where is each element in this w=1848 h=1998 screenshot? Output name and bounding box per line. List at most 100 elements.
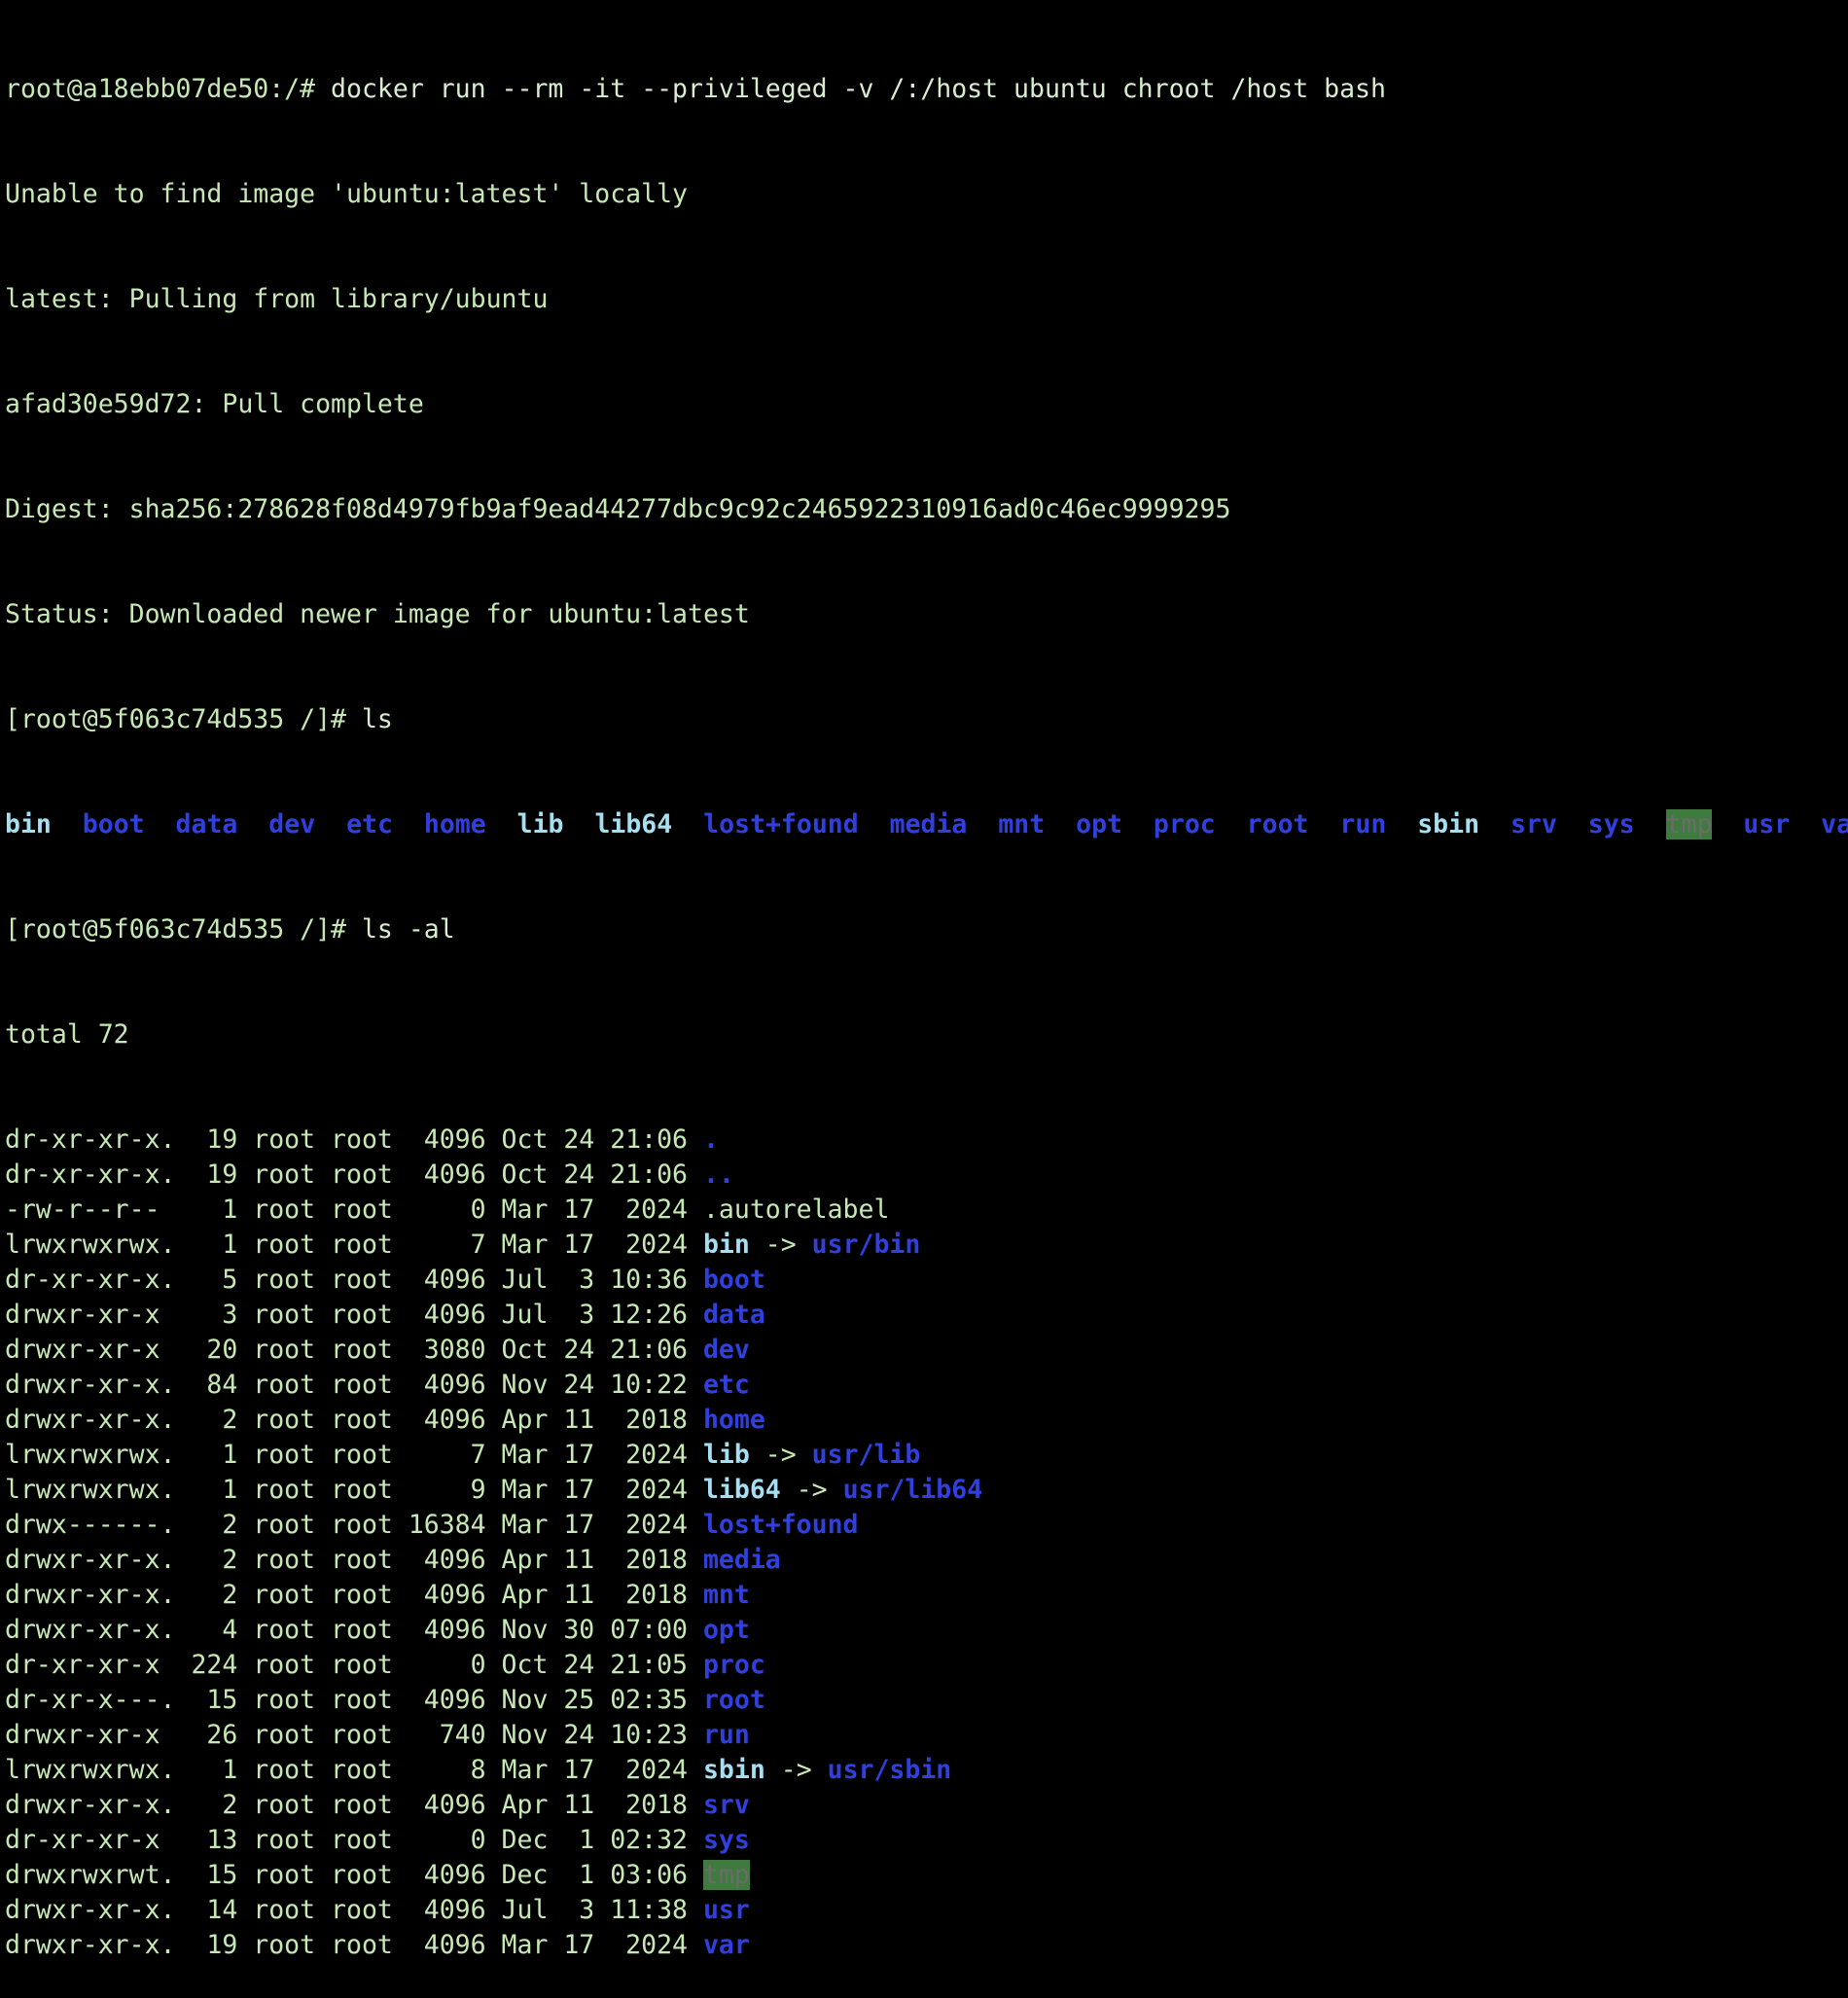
file-metadata: drwx------. 2 root root 16384 Mar 17 202… bbox=[5, 1510, 703, 1540]
file-entry-media: media bbox=[889, 809, 968, 839]
listing-row: drwxr-xr-x 20 root root 3080 Oct 24 21:0… bbox=[5, 1333, 1848, 1368]
file-entry-srv: srv bbox=[1510, 809, 1557, 839]
command-line-docker: root@a18ebb07de50:/# docker run --rm -it… bbox=[5, 72, 1848, 107]
file-entry-bin: bin bbox=[5, 809, 52, 839]
symlink-target: usr/bin bbox=[811, 1230, 921, 1260]
file-entry-opt: opt bbox=[1076, 809, 1122, 839]
listing-row: dr-xr-xr-x. 19 root root 4096 Oct 24 21:… bbox=[5, 1158, 1848, 1193]
column-gap bbox=[1635, 809, 1666, 839]
file-entry-lib64: lib64 bbox=[702, 1475, 781, 1505]
column-gap bbox=[145, 809, 176, 839]
listing-row: lrwxrwxrwx. 1 root root 7 Mar 17 2024 li… bbox=[5, 1438, 1848, 1473]
file-entry-proc: proc bbox=[1153, 809, 1216, 839]
file-entry-lost-found: lost+found bbox=[702, 1510, 859, 1540]
listing-row: drwxr-xr-x. 84 root root 4096 Nov 24 10:… bbox=[5, 1368, 1848, 1403]
listing-row: drwxr-xr-x. 14 root root 4096 Jul 3 11:3… bbox=[5, 1893, 1848, 1928]
file-entry-lib: lib bbox=[702, 1440, 750, 1470]
listing-row: drwx------. 2 root root 16384 Mar 17 202… bbox=[5, 1508, 1848, 1543]
file-entry-var: var bbox=[702, 1930, 750, 1960]
listing-row: dr-xr-xr-x 224 root root 0 Oct 24 21:05 … bbox=[5, 1648, 1848, 1683]
column-gap bbox=[1216, 809, 1247, 839]
file-metadata: dr-xr-xr-x. 19 root root 4096 Oct 24 21:… bbox=[5, 1160, 703, 1190]
listing-row: drwxr-xr-x. 19 root root 4096 Mar 17 202… bbox=[5, 1928, 1848, 1963]
file-metadata: drwxr-xr-x 3 root root 4096 Jul 3 12:26 bbox=[5, 1300, 703, 1330]
column-gap bbox=[1045, 809, 1076, 839]
column-gap bbox=[1386, 809, 1417, 839]
file-metadata: drwxr-xr-x 20 root root 3080 Oct 24 21:0… bbox=[5, 1335, 703, 1365]
file-metadata: drwxr-xr-x. 14 root root 4096 Jul 3 11:3… bbox=[5, 1895, 703, 1925]
file-metadata: dr-xr-xr-x. 19 root root 4096 Oct 24 21:… bbox=[5, 1124, 703, 1155]
file-entry-dot: . bbox=[702, 1124, 719, 1155]
file-entry-usr: usr bbox=[702, 1895, 750, 1925]
file-entry-lib: lib bbox=[516, 809, 564, 839]
file-entry-boot: boot bbox=[82, 809, 145, 839]
column-gap bbox=[672, 809, 703, 839]
column-gap bbox=[564, 809, 595, 839]
file-entry-tmp: tmp bbox=[1665, 809, 1713, 839]
shell-prompt: [root@5f063c74d535 /]# bbox=[5, 704, 362, 734]
column-gap bbox=[859, 809, 890, 839]
file-metadata: drwxrwxrwt. 15 root root 4096 Dec 1 03:0… bbox=[5, 1860, 703, 1890]
listing-row: drwxr-xr-x. 4 root root 4096 Nov 30 07:0… bbox=[5, 1613, 1848, 1648]
file-metadata: drwxr-xr-x. 84 root root 4096 Nov 24 10:… bbox=[5, 1370, 703, 1400]
listing-row: lrwxrwxrwx. 1 root root 8 Mar 17 2024 sb… bbox=[5, 1753, 1848, 1788]
listing-row: drwxr-xr-x 3 root root 4096 Jul 3 12:26 … bbox=[5, 1298, 1848, 1333]
file-metadata: drwxr-xr-x. 2 root root 4096 Apr 11 2018 bbox=[5, 1545, 703, 1575]
file-entry-autorelabel: .autorelabel bbox=[702, 1195, 890, 1225]
column-gap bbox=[52, 809, 83, 839]
file-metadata: drwxr-xr-x 26 root root 740 Nov 24 10:23 bbox=[5, 1720, 703, 1750]
column-gap bbox=[1122, 809, 1154, 839]
file-entry-home: home bbox=[702, 1405, 765, 1435]
total-line: total 72 bbox=[5, 1019, 129, 1050]
column-gap bbox=[393, 809, 424, 839]
file-entry-etc: etc bbox=[346, 809, 393, 839]
file-entry-sys: sys bbox=[1587, 809, 1635, 839]
listing-row: dr-xr-xr-x. 5 root root 4096 Jul 3 10:36… bbox=[5, 1263, 1848, 1298]
listing-row: drwxr-xr-x. 2 root root 4096 Apr 11 2018… bbox=[5, 1543, 1848, 1578]
column-gap bbox=[315, 809, 346, 839]
file-metadata: dr-xr-xr-x 224 root root 0 Oct 24 21:05 bbox=[5, 1650, 703, 1680]
file-metadata: lrwxrwxrwx. 1 root root 8 Mar 17 2024 bbox=[5, 1755, 703, 1785]
file-entry-home: home bbox=[423, 809, 486, 839]
file-entry-lib64: lib64 bbox=[594, 809, 673, 839]
file-entry-run: run bbox=[1339, 809, 1387, 839]
column-gap bbox=[1712, 809, 1743, 839]
output-line: Unable to find image 'ubuntu:latest' loc… bbox=[5, 179, 688, 209]
file-entry-usr: usr bbox=[1743, 809, 1791, 839]
listing-row: drwxr-xr-x. 2 root root 4096 Apr 11 2018… bbox=[5, 1788, 1848, 1823]
file-entry-sbin: sbin bbox=[1417, 809, 1480, 839]
file-entry-dot: .. bbox=[702, 1160, 734, 1190]
column-gap bbox=[1790, 809, 1821, 839]
file-entry-boot: boot bbox=[702, 1265, 765, 1295]
file-metadata: dr-xr-xr-x 13 root root 0 Dec 1 02:32 bbox=[5, 1825, 703, 1855]
file-entry-sys: sys bbox=[702, 1825, 750, 1855]
column-gap bbox=[1557, 809, 1588, 839]
file-metadata: drwxr-xr-x. 4 root root 4096 Nov 30 07:0… bbox=[5, 1615, 703, 1645]
file-entry-proc: proc bbox=[702, 1650, 765, 1680]
file-metadata: drwxr-xr-x. 2 root root 4096 Apr 11 2018 bbox=[5, 1790, 703, 1820]
file-metadata: drwxr-xr-x. 2 root root 4096 Apr 11 2018 bbox=[5, 1580, 703, 1610]
shell-prompt: [root@5f063c74d535 /]# bbox=[5, 914, 362, 945]
ls-output-line: bin boot data dev etc home lib lib64 los… bbox=[5, 807, 1848, 842]
file-entry-data: data bbox=[175, 809, 238, 839]
column-gap bbox=[967, 809, 998, 839]
command-text: docker run --rm -it --privileged -v /:/h… bbox=[331, 74, 1386, 104]
listing-row: dr-xr-xr-x. 19 root root 4096 Oct 24 21:… bbox=[5, 1123, 1848, 1158]
file-entry-sbin: sbin bbox=[702, 1755, 765, 1785]
file-entry-root: root bbox=[1246, 809, 1309, 839]
column-gap bbox=[486, 809, 517, 839]
listing-row: drwxr-xr-x. 2 root root 4096 Apr 11 2018… bbox=[5, 1578, 1848, 1613]
symlink-arrow: -> bbox=[764, 1755, 828, 1785]
file-entry-opt: opt bbox=[702, 1615, 750, 1645]
column-gap bbox=[1308, 809, 1339, 839]
symlink-arrow: -> bbox=[749, 1440, 812, 1470]
file-entry-srv: srv bbox=[702, 1790, 750, 1820]
file-entry-tmp: tmp bbox=[702, 1860, 750, 1890]
file-entry-bin: bin bbox=[702, 1230, 750, 1260]
command-line-ls: [root@5f063c74d535 /]# ls bbox=[5, 702, 1848, 737]
listing-row: drwxrwxrwt. 15 root root 4096 Dec 1 03:0… bbox=[5, 1858, 1848, 1893]
listing-row: lrwxrwxrwx. 1 root root 7 Mar 17 2024 bi… bbox=[5, 1228, 1848, 1263]
command-line-ls-al: [root@5f063c74d535 /]# ls -al bbox=[5, 912, 1848, 947]
file-metadata: -rw-r--r-- 1 root root 0 Mar 17 2024 bbox=[5, 1195, 703, 1225]
terminal-window[interactable]: root@a18ebb07de50:/# docker run --rm -it… bbox=[5, 2, 1848, 1998]
